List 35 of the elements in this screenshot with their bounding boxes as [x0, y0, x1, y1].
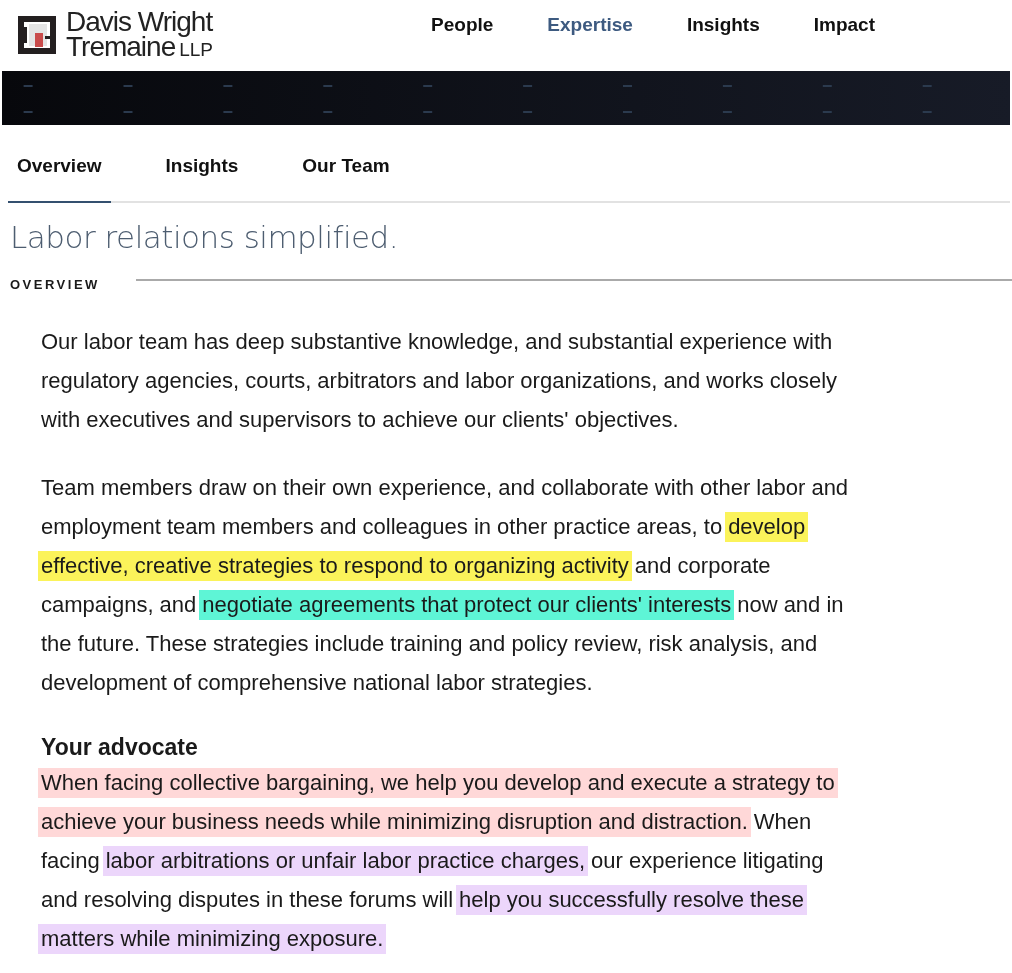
highlighted-text: matters while minimizing exposure. [38, 923, 387, 954]
paragraph-text: Our labor team has deep substantive knowledge, and substantial experience with [41, 327, 833, 356]
highlighted-text: When facing collective bargaining, we help you develop and execute a strategy to [38, 767, 838, 798]
paragraph-text: now and in [737, 590, 844, 619]
tab[interactable]: Overview [8, 155, 111, 203]
highlighted-text: achieve your business needs while minimizing disruption and distraction. [38, 806, 751, 837]
nav-link[interactable]: Expertise [547, 14, 633, 36]
highlighted-text: negotiate agreements that protect our clients' interests [199, 589, 735, 620]
logo-suffix: LLP [179, 37, 214, 62]
highlighted-text: help you successfully resolve these [456, 884, 807, 915]
paragraph-text: regulatory agencies, courts, arbitrators and labor organizations, and works closely [41, 366, 838, 395]
paragraph-text: development of comprehensive national labor strategies. [41, 668, 593, 697]
paragraph-text: facing [41, 846, 100, 875]
paragraph-text: the future. These strategies include training and policy review, risk analysis, and [41, 629, 818, 658]
paragraph-text: When [753, 807, 812, 836]
paragraph-text: and corporate [634, 551, 771, 580]
highlighted-text: labor arbitrations or unfair labor practice charges, [102, 845, 589, 876]
section-label: OVERVIEW [10, 277, 100, 292]
paragraph-text: with executives and supervisors to achieve our clients' objectives. [41, 405, 679, 434]
paragraph-text: campaigns, and [41, 590, 197, 619]
logo-icon [18, 16, 56, 54]
highlighted-text: effective, creative strategies to respond to organizing activity [38, 550, 632, 581]
paragraph-text: our experience litigating [591, 846, 824, 875]
tab[interactable]: Our Team [293, 155, 399, 203]
page-heading: Labor relations simplified. [10, 219, 400, 255]
logo-text: Tremaine [66, 33, 176, 59]
paragraph-text: employment team members and colleagues in other practice areas, to [41, 512, 723, 541]
paragraph-text: and resolving disputes in these forums will [41, 885, 454, 914]
highlighted-text: develop [725, 511, 809, 542]
subheading: Your advocate [41, 733, 199, 762]
tab[interactable]: Insights [156, 155, 248, 203]
nav-link[interactable]: People [431, 14, 494, 36]
nav-link[interactable]: Impact [813, 14, 875, 36]
paragraph-text: Team members draw on their own experience, and collaborate with other labor and [41, 473, 849, 502]
nav-link[interactable]: Insights [686, 14, 760, 36]
